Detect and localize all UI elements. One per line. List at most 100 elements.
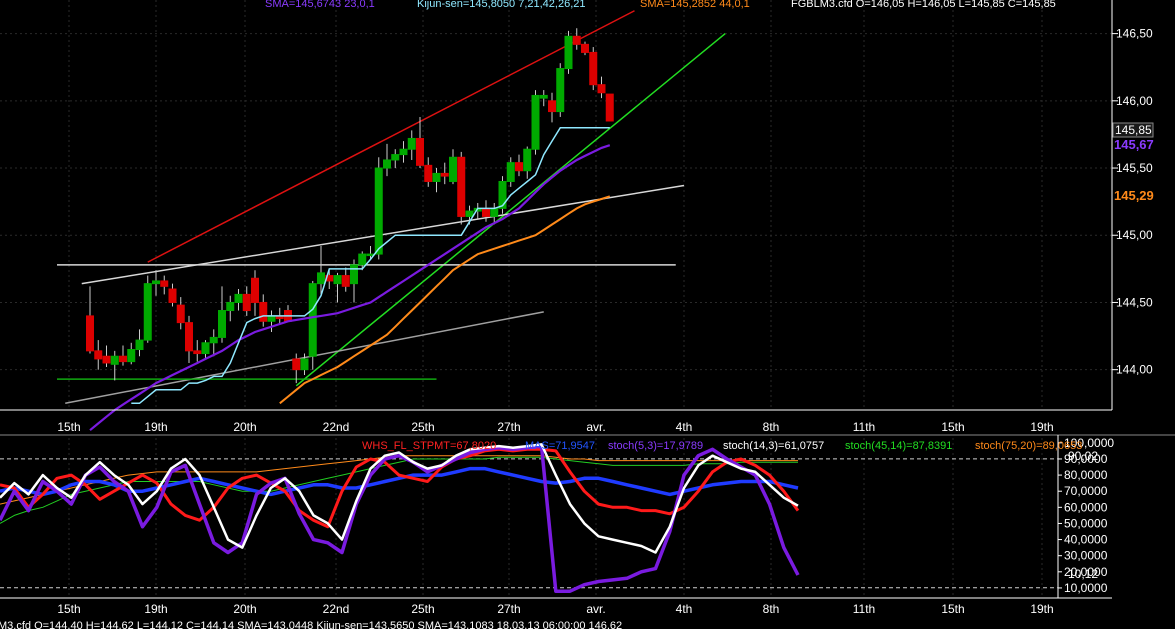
legend-sma-slow: SMA=145,2852 44,0,1 — [640, 0, 750, 10]
candle[interactable] — [201, 342, 210, 355]
candle[interactable] — [490, 207, 499, 217]
candle[interactable] — [251, 277, 259, 303]
candle[interactable] — [457, 156, 466, 217]
date-tick-label: 27th — [497, 420, 520, 434]
candle[interactable] — [317, 272, 325, 285]
lower-level-label: 10,12 — [1068, 567, 1098, 581]
candle[interactable] — [556, 68, 565, 113]
candle[interactable] — [449, 156, 457, 182]
candle[interactable] — [407, 137, 416, 150]
indicator-tick-label: 30,0000 — [1064, 549, 1108, 563]
candle[interactable] — [383, 159, 391, 169]
candle[interactable] — [424, 164, 433, 182]
candle[interactable] — [267, 315, 276, 322]
candle[interactable] — [605, 93, 614, 122]
price-tick-label: 145,50 — [1116, 161, 1153, 175]
candle[interactable] — [548, 100, 556, 113]
price-tick-label: 144,00 — [1116, 363, 1153, 377]
candle[interactable] — [333, 275, 342, 285]
price-tick-label: 146,00 — [1116, 94, 1153, 108]
price-tick-label: 144,50 — [1116, 295, 1153, 309]
candle[interactable] — [259, 301, 268, 322]
candle[interactable] — [399, 148, 408, 156]
candle[interactable] — [465, 210, 474, 217]
legend-stoch-14-3: stoch(14,3)=61,0757 — [723, 440, 824, 452]
candle[interactable] — [350, 264, 358, 285]
candle[interactable] — [523, 148, 532, 172]
candle[interactable] — [160, 280, 169, 287]
indicator-tick-label: 60,0000 — [1064, 500, 1108, 514]
status-bar-text: M3.cfd O=144,40 H=144,62 L=144,12 C=144,… — [0, 620, 622, 629]
candle[interactable] — [506, 162, 515, 182]
candle[interactable] — [482, 207, 490, 217]
date-tick-label: 25th — [411, 420, 434, 434]
candle[interactable] — [209, 336, 218, 344]
indicator-tick-label: 80,0000 — [1064, 468, 1108, 482]
date-tick-label: 8th — [763, 420, 780, 434]
date-tick-label: 19th — [144, 420, 167, 434]
candle[interactable] — [94, 350, 103, 360]
legend-kijun: Kijun-sen=145,8050 7,21,42,26,21 — [417, 0, 586, 10]
candle[interactable] — [143, 283, 152, 341]
date-tick-label: 8th — [763, 602, 780, 616]
candle[interactable] — [391, 154, 400, 161]
candle[interactable] — [432, 172, 441, 182]
candle[interactable] — [242, 293, 251, 312]
candle[interactable] — [234, 293, 243, 303]
indicator-tick-label: 70,0000 — [1064, 484, 1108, 498]
candle[interactable] — [292, 358, 301, 371]
candle[interactable] — [341, 275, 350, 287]
price-tick-label: 146,50 — [1116, 27, 1153, 41]
date-tick-label: 4th — [676, 602, 693, 616]
candle[interactable] — [564, 35, 573, 70]
candle[interactable] — [589, 51, 598, 86]
date-tick-label: 15th — [57, 602, 80, 616]
indicator-tick-label: 50,0000 — [1064, 516, 1108, 530]
candle[interactable] — [300, 358, 309, 371]
legend-whs: WHS_FL_STPMT=67,8020 — [362, 440, 496, 452]
candle[interactable] — [308, 283, 317, 357]
date-tick-label: 4th — [676, 420, 693, 434]
date-tick-label: 15th — [941, 420, 964, 434]
candle[interactable] — [119, 355, 127, 363]
legend-sma-fast: SMA=145,6743 23,0,1 — [265, 0, 375, 10]
date-tick-label: 19th — [144, 602, 167, 616]
candle[interactable] — [358, 253, 367, 266]
date-tick-label: 19th — [1030, 602, 1053, 616]
candle[interactable] — [572, 35, 581, 45]
sma-slow-price-label: 145,29 — [1114, 188, 1154, 203]
candle[interactable] — [193, 350, 202, 355]
candle[interactable] — [226, 301, 235, 312]
candle[interactable] — [581, 43, 589, 53]
candle[interactable] — [135, 339, 144, 351]
candle[interactable] — [531, 94, 540, 150]
candle[interactable] — [110, 355, 119, 365]
date-tick-label: 20th — [233, 420, 256, 434]
date-tick-label: 25th — [411, 602, 434, 616]
candle[interactable] — [185, 322, 193, 352]
indicator-tick-label: 10,0000 — [1064, 581, 1108, 595]
date-tick-label: 22nd — [323, 602, 350, 616]
candle[interactable] — [127, 349, 136, 363]
date-tick-label: 15th — [57, 420, 80, 434]
candle[interactable] — [168, 288, 177, 303]
legend-mas: MAS=71,9547 — [525, 440, 595, 452]
candle[interactable] — [515, 162, 523, 172]
candle[interactable] — [152, 280, 160, 285]
price-tick-label: 145,00 — [1116, 228, 1153, 242]
date-tick-label: 22nd — [323, 420, 350, 434]
date-tick-label: 20th — [233, 602, 256, 616]
candle[interactable] — [218, 310, 226, 338]
candle[interactable] — [597, 84, 606, 94]
legend-stoch-75-20: stoch(75,20)=89,0653 — [975, 440, 1082, 452]
candle[interactable] — [539, 94, 548, 99]
candle[interactable] — [498, 180, 507, 209]
candle[interactable] — [102, 355, 111, 364]
upper-level-label: 90,02 — [1068, 449, 1098, 463]
candle[interactable] — [416, 137, 424, 166]
candle[interactable] — [176, 304, 185, 324]
legend-stoch-45-14: stoch(45,14)=87,8391 — [845, 440, 952, 452]
candle[interactable] — [374, 167, 383, 255]
candle[interactable] — [440, 172, 449, 177]
candle[interactable] — [86, 315, 94, 352]
